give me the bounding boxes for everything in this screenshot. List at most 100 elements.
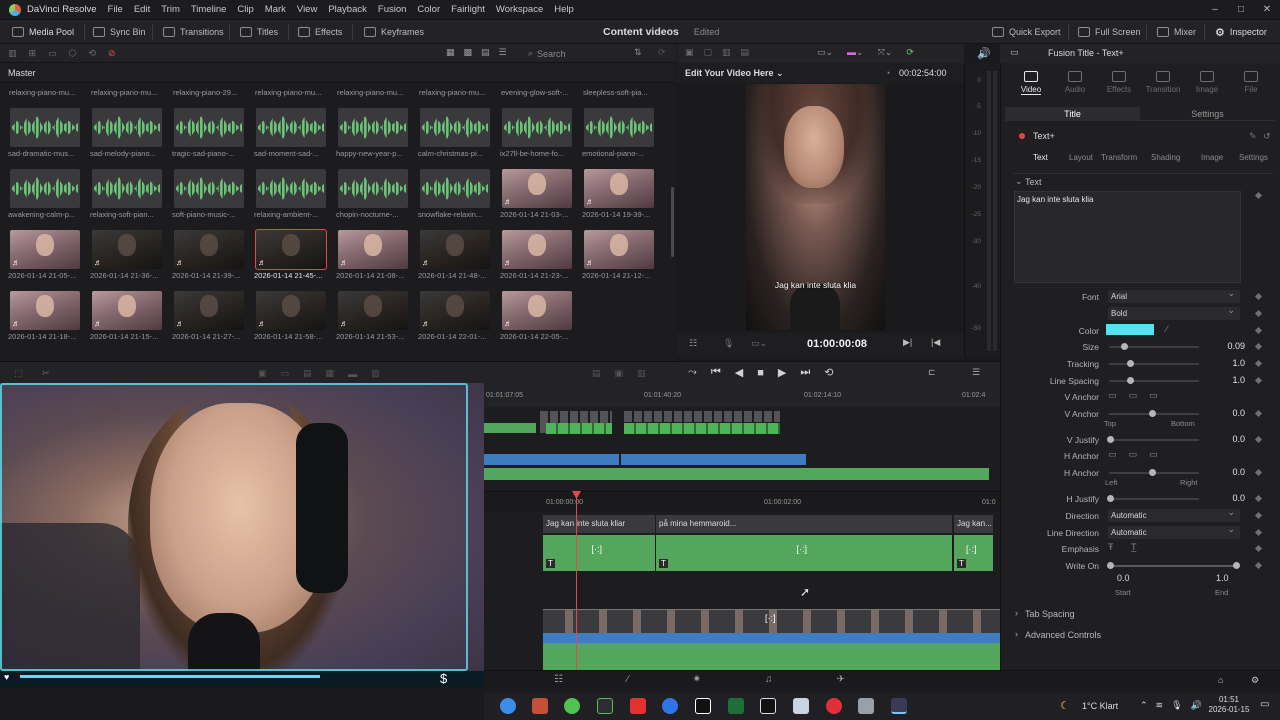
clip-item[interactable]: ♬ 2026-01-14 21-45-... — [254, 229, 328, 280]
link-icon[interactable]: ▣ — [615, 368, 624, 379]
dual-view-icon[interactable]: ▥ — [722, 47, 731, 58]
panel-tab-image[interactable]: Image — [1201, 153, 1223, 162]
video-thumbnail[interactable]: ♬ — [502, 291, 572, 330]
title-clip[interactable]: Jag kan inte sluta kliar [·:] T — [543, 515, 655, 573]
clip-item[interactable]: sad-melody-piano... — [90, 108, 164, 158]
clip-item[interactable]: ♬ 2026-01-14 21-36-... — [90, 230, 164, 280]
line-spacing-slider-knob[interactable] — [1127, 377, 1134, 384]
audio-waveform-thumbnail[interactable] — [92, 108, 162, 147]
refresh-icon[interactable]: ⟳ — [658, 47, 666, 58]
play-reverse-icon[interactable]: ◀ — [735, 366, 743, 379]
new-bin-icon[interactable]: ▭ — [48, 48, 57, 59]
titles-button[interactable]: Titles — [240, 20, 278, 44]
timeline-view-icon[interactable]: ▤ — [741, 47, 750, 58]
facebook-icon[interactable] — [662, 698, 678, 714]
edit-icon[interactable]: ✎ — [1249, 131, 1257, 142]
audio-waveform-thumbnail[interactable] — [420, 108, 490, 147]
tiktok-icon[interactable] — [695, 698, 711, 714]
write-on-start-knob[interactable] — [1107, 562, 1114, 569]
video-thumbnail[interactable]: ♬ — [338, 230, 408, 269]
video-thumbnail[interactable]: ♬ — [256, 291, 326, 330]
inspector-button[interactable]: ⚙ Inspector — [1215, 20, 1267, 44]
h-justify-slider[interactable] — [1107, 495, 1199, 502]
top-clip-label[interactable]: evening-glow-soft-... — [501, 88, 575, 97]
loop-icon[interactable]: ⟲ — [824, 366, 833, 379]
fairlight-page-icon[interactable]: ♫ — [765, 674, 773, 685]
h-justify-knob[interactable] — [1107, 495, 1114, 502]
underline-icon[interactable]: T̲ — [1131, 542, 1137, 552]
explorer-icon[interactable] — [793, 698, 809, 714]
subtab-title[interactable]: Title — [1005, 107, 1140, 121]
size-keyframe-icon[interactable] — [1254, 342, 1263, 351]
obs-icon[interactable] — [826, 698, 842, 714]
v-justify-keyframe-icon[interactable] — [1254, 435, 1263, 444]
audio-waveform-thumbnail[interactable] — [92, 169, 162, 208]
write-on-keyframe-icon[interactable] — [1254, 561, 1263, 570]
panel-tab-layout[interactable]: Layout — [1069, 153, 1093, 162]
no-entry-icon[interactable]: ⊘ — [108, 48, 116, 59]
direction-dropdown[interactable]: Automatic — [1108, 506, 1240, 522]
blade-icon[interactable]: ✂ — [42, 368, 50, 379]
clip-item[interactable]: ♬ 2026-01-14 21-23-... — [500, 230, 574, 280]
clip-item[interactable]: sad-moment-sad-... — [254, 108, 328, 158]
smart-insert-icon[interactable]: ▣ — [258, 368, 267, 379]
view-options-icon[interactable]: ▭⌄ — [751, 338, 767, 349]
tracking-keyframe-icon[interactable] — [1254, 359, 1263, 368]
top-clip-label[interactable]: relaxing-piano-29... — [173, 88, 247, 97]
panel-tab-shading[interactable]: Shading — [1151, 153, 1180, 162]
audio-waveform-thumbnail[interactable] — [584, 108, 654, 147]
timeline[interactable]: 01:01:07:05 01:01:40:20 01:02:14:10 01:02:4… — [484, 387, 1000, 670]
v-anchor-slider[interactable] — [1109, 410, 1199, 417]
linked-audio-clip[interactable] — [543, 633, 1000, 643]
h-anchor-slider[interactable] — [1109, 469, 1199, 476]
video-thumbnail[interactable]: ♬ — [255, 229, 327, 270]
clip-item[interactable]: ix27ll-be-home-fo... — [500, 108, 574, 158]
clip-item[interactable]: ♬ 2026-01-14 21-15-... — [90, 291, 164, 341]
project-settings-icon[interactable]: ⚙ — [1251, 675, 1259, 686]
clip-item[interactable]: soft-piano-music-... — [172, 169, 246, 219]
menu-help[interactable]: Help — [554, 4, 574, 15]
clip-item[interactable]: ♬ 2026-01-14 21-18-... — [8, 291, 82, 341]
v-justify-slider[interactable] — [1107, 436, 1199, 443]
prev-frame-icon[interactable]: |◀ — [931, 337, 940, 348]
search-input[interactable]: Search — [537, 49, 566, 59]
h-anchor-knob[interactable] — [1149, 469, 1156, 476]
timeline-ruler[interactable]: 01:00:00:00 01:00:02:00 01:0 — [484, 491, 1000, 511]
color-page-icon[interactable]: ✷ — [693, 674, 701, 685]
top-clip-label[interactable]: relaxing-piano-mu... — [9, 88, 83, 97]
menu-color[interactable]: Color — [417, 4, 440, 15]
font-dropdown[interactable]: Arial — [1108, 287, 1240, 303]
line-direction-dropdown[interactable]: Automatic — [1108, 523, 1240, 539]
clip-item[interactable]: ♬ 2026-01-14 21-58-... — [254, 291, 328, 341]
menu-mark[interactable]: Mark — [265, 4, 286, 15]
v-anchor-knob[interactable] — [1149, 410, 1156, 417]
playhead[interactable] — [576, 491, 577, 670]
audio-waveform-thumbnail[interactable] — [10, 108, 80, 147]
inspector-tab-audio[interactable]: Audio — [1055, 65, 1095, 94]
viewer-title[interactable]: Edit Your Video Here ⌄ — [685, 68, 784, 79]
audio-waveform-thumbnail[interactable] — [420, 169, 490, 208]
menu-playback[interactable]: Playback — [328, 4, 367, 15]
audio-waveform-thumbnail[interactable] — [502, 108, 572, 147]
split-icon[interactable]: ▣ — [685, 47, 694, 58]
eyedropper-icon[interactable]: ⁄ — [1166, 324, 1168, 334]
clip-item[interactable]: ♬ 2026-01-14 21-12-... — [582, 230, 656, 280]
size-slider[interactable] — [1109, 343, 1199, 350]
tab-spacing-section[interactable]: › Tab Spacing — [1001, 606, 1280, 622]
stop-icon[interactable]: ■ — [757, 367, 764, 379]
panel-tab-text[interactable]: Text — [1033, 153, 1048, 162]
title-clip[interactable]: på mina hemmaroid... [·:] T — [656, 515, 952, 573]
settings-sliders-icon[interactable]: ☷ — [689, 338, 697, 349]
next-frame-icon[interactable]: ▶| — [903, 337, 912, 348]
weather-text[interactable]: 1°C Klart — [1082, 701, 1118, 711]
h-justify-keyframe-icon[interactable] — [1254, 494, 1263, 503]
edge-icon[interactable] — [500, 698, 516, 714]
maximize-button[interactable]: □ — [1228, 0, 1254, 20]
line-spacing-slider[interactable] — [1109, 377, 1199, 384]
font-keyframe-icon[interactable] — [1254, 292, 1263, 301]
app-icon-2[interactable] — [564, 698, 580, 714]
clip-item[interactable]: ♬ 2026-01-14 21-08-... — [336, 230, 410, 280]
strikethrough-icon[interactable]: Ŧ — [1108, 542, 1114, 552]
clip-item[interactable]: chopin-nocturne-... — [336, 169, 410, 219]
subtab-settings[interactable]: Settings — [1140, 107, 1275, 121]
